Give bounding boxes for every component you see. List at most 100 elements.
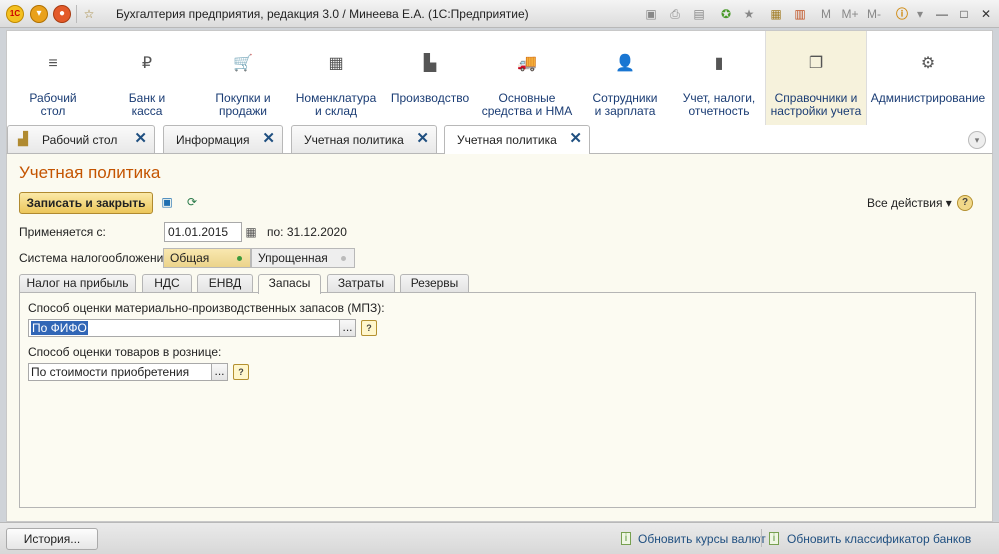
- all-actions-menu[interactable]: Все действия ▾: [867, 196, 952, 210]
- tab-label: Учетная политика: [457, 133, 557, 147]
- calculator-icon[interactable]: ▦: [768, 6, 784, 22]
- close-icon[interactable]: ✕: [416, 131, 429, 147]
- open-windows-bar: ▟ Рабочий стол ✕ Информация ✕ Учетная по…: [6, 125, 993, 154]
- section-references[interactable]: ❐ Справочники и настройки учета: [765, 31, 867, 126]
- tab-accounting-policy-2[interactable]: Учетная политика ✕: [444, 125, 590, 154]
- tab-label: Учетная политика: [304, 133, 404, 147]
- close-icon[interactable]: ✕: [134, 131, 147, 147]
- tab-desktop[interactable]: ▟ Рабочий стол ✕: [7, 125, 155, 153]
- tab-label: Информация: [176, 133, 250, 147]
- main-menu-icon[interactable]: ▾: [30, 5, 48, 23]
- option-label: Упрощенная: [258, 251, 328, 265]
- section-desktop[interactable]: ≡ Рабочий стол: [7, 31, 99, 126]
- history-icon[interactable]: ★: [741, 6, 757, 22]
- tax-option-simplified[interactable]: Упрощенная: [251, 248, 355, 268]
- tax-system-label: Система налогообложения:: [19, 251, 174, 265]
- help-button[interactable]: ?: [957, 195, 973, 211]
- calendar-icon[interactable]: ▦: [243, 223, 259, 241]
- separator: [76, 5, 77, 23]
- section-reports[interactable]: ▮ Учет, налоги, отчетность: [673, 31, 765, 126]
- close-icon[interactable]: ✕: [978, 6, 994, 22]
- section-assets[interactable]: 🚚 Основные средства и НМА: [477, 31, 577, 126]
- add-favorite-icon[interactable]: ✪: [718, 6, 734, 22]
- update-banks-link[interactable]: Обновить классификатор банков: [787, 532, 971, 546]
- tab-envd[interactable]: ЕНВД: [197, 274, 253, 293]
- radio-dot-icon: [341, 256, 346, 261]
- person-icon: 👤: [615, 55, 635, 72]
- truck-icon: 🚚: [517, 55, 537, 72]
- section-label: Покупки и продажи: [215, 91, 271, 118]
- applies-from-date-field[interactable]: 01.01.2015: [164, 222, 242, 242]
- gear-icon: ⚙: [920, 55, 936, 72]
- applies-from-label: Применяется с:: [19, 225, 106, 239]
- tab-inventory[interactable]: Запасы: [258, 274, 321, 294]
- save-and-close-button[interactable]: Записать и закрыть: [19, 192, 153, 214]
- save-icon[interactable]: ▣: [159, 195, 175, 211]
- refresh-icon[interactable]: ⟳: [184, 195, 200, 211]
- section-label: Банк и касса: [128, 91, 166, 118]
- close-icon[interactable]: ✕: [262, 131, 275, 147]
- maximize-icon[interactable]: □: [956, 6, 972, 22]
- section-warehouse[interactable]: ▦ Номенклатура и склад: [291, 31, 381, 126]
- option-label: Общая: [170, 251, 210, 265]
- retail-select-button[interactable]: ...: [212, 363, 228, 381]
- chevron-down-icon[interactable]: ▾: [912, 6, 928, 22]
- tab-information[interactable]: Информация ✕: [163, 125, 283, 153]
- minimize-icon[interactable]: —: [934, 6, 950, 22]
- tax-option-general[interactable]: Общая: [163, 248, 251, 268]
- memory-m-button[interactable]: M: [818, 6, 834, 22]
- print-preview-icon[interactable]: ▤: [691, 6, 707, 22]
- memory-plus-button[interactable]: M+: [840, 6, 860, 22]
- grid-icon: ▦: [328, 55, 344, 72]
- section-label: Учет, налоги, отчетность: [682, 91, 756, 118]
- separator: [761, 529, 762, 547]
- tab-label: Рабочий стол: [42, 133, 118, 147]
- tab-vat[interactable]: НДС: [142, 274, 192, 293]
- print-icon[interactable]: ⎙: [667, 6, 683, 22]
- section-production[interactable]: ▙ Производство: [387, 31, 473, 126]
- close-icon[interactable]: ✕: [569, 131, 582, 147]
- mpz-help-button[interactable]: ?: [361, 320, 377, 336]
- favorites-star-icon[interactable]: ☆: [81, 6, 97, 22]
- form-title: Учетная политика: [19, 163, 161, 182]
- form-accounting-policy: Учетная политика Записать и закрыть ▣ ⟳ …: [6, 153, 993, 522]
- bar-chart-icon: ▮: [714, 55, 724, 72]
- tab-profit-tax[interactable]: Налог на прибыль: [19, 274, 136, 293]
- tabs-menu-chevron-icon[interactable]: ▾: [968, 131, 986, 149]
- status-bar: История... i Обновить курсы валют i Обно…: [0, 522, 999, 554]
- sections-panel: ≡ Рабочий стол ₽ Банк и касса 🛒 Покупки и прод…: [6, 30, 993, 126]
- history-button[interactable]: История...: [6, 528, 98, 550]
- section-label: Номенклатура и склад: [295, 91, 377, 118]
- memory-minus-button[interactable]: M-: [864, 6, 884, 22]
- info-doc-icon: i: [769, 532, 779, 545]
- section-label: Производство: [390, 91, 470, 105]
- cart-icon: 🛒: [233, 55, 253, 72]
- tab-reserves[interactable]: Резервы: [400, 274, 469, 293]
- section-staff[interactable]: 👤 Сотрудники и зарплата: [577, 31, 673, 126]
- mpz-method-value: По ФИФО: [31, 321, 88, 335]
- factory-icon: ▙: [423, 55, 437, 72]
- retail-method-field[interactable]: По стоимости приобретения: [28, 363, 212, 381]
- desk-icon: ▟: [18, 131, 28, 146]
- section-admin[interactable]: ⚙ Администрирование: [869, 31, 987, 126]
- retail-help-button[interactable]: ?: [233, 364, 249, 380]
- app-logo-icon[interactable]: 1С: [6, 5, 24, 23]
- info-doc-icon: i: [621, 532, 631, 545]
- mpz-select-button[interactable]: ...: [340, 319, 356, 337]
- tab-costs[interactable]: Затраты: [327, 274, 395, 293]
- section-purchases[interactable]: 🛒 Покупки и продажи: [195, 31, 291, 126]
- mpz-method-field[interactable]: По ФИФО: [28, 319, 340, 337]
- tab-accounting-policy-1[interactable]: Учетная политика ✕: [291, 125, 437, 153]
- home-icon[interactable]: ●: [53, 5, 71, 23]
- mpz-method-label: Способ оценки материально-производственн…: [28, 301, 385, 315]
- documents-icon: ❐: [808, 55, 824, 72]
- calendar-icon[interactable]: ▥: [792, 6, 808, 22]
- list-icon: ≡: [48, 55, 58, 72]
- section-label: Администрирование: [870, 91, 986, 105]
- info-icon[interactable]: ⓘ: [894, 6, 910, 22]
- section-bank[interactable]: ₽ Банк и касса: [99, 31, 195, 126]
- update-rates-link[interactable]: Обновить курсы валют: [638, 532, 766, 546]
- window-title: Бухгалтерия предприятия, редакция 3.0 / …: [116, 7, 529, 21]
- applies-to-text: по: 31.12.2020: [267, 225, 347, 239]
- save-icon[interactable]: ▣: [643, 6, 659, 22]
